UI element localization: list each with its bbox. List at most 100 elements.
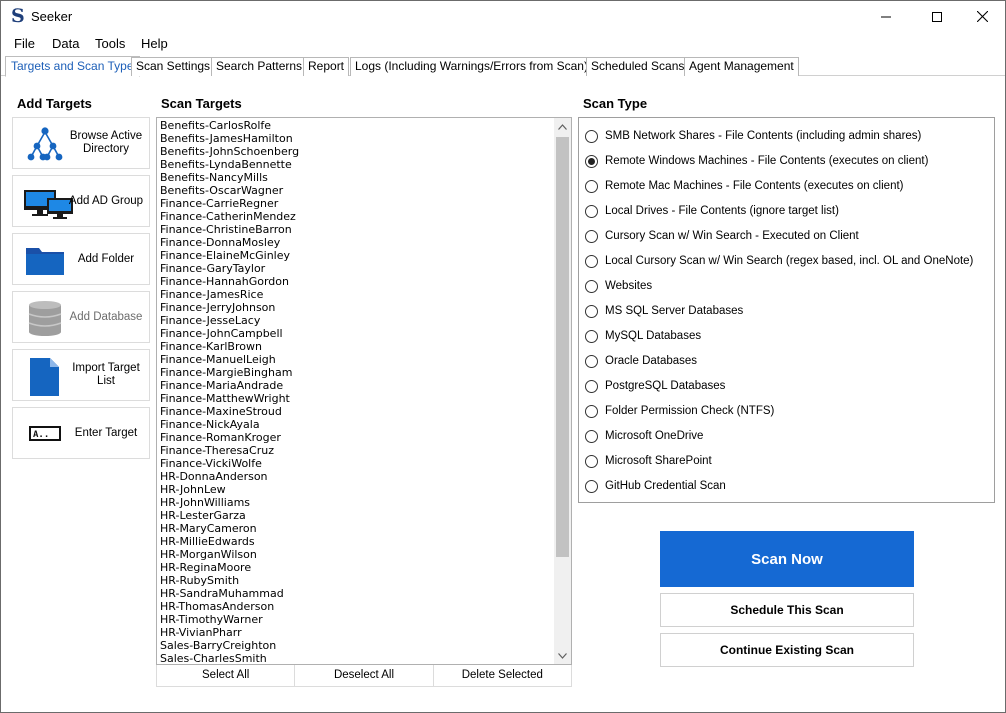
scroll-down-arrow-icon[interactable]: [554, 647, 571, 664]
maximize-icon[interactable]: [914, 1, 960, 32]
radio-button[interactable]: [585, 154, 598, 168]
scan-type-option[interactable]: Remote Windows Machines - File Contents …: [585, 151, 928, 171]
list-item[interactable]: Finance-MatthewWright: [160, 392, 552, 405]
radio-button[interactable]: [585, 254, 598, 268]
scan-type-option[interactable]: Microsoft OneDrive: [585, 426, 703, 446]
add-database-button[interactable]: Add Database: [12, 291, 150, 343]
scan-type-option[interactable]: Websites: [585, 276, 652, 296]
tab-agent-management[interactable]: Agent Management: [684, 57, 799, 76]
list-item[interactable]: Finance-HannahGordon: [160, 275, 552, 288]
list-item[interactable]: Benefits-CarlosRolfe: [160, 119, 552, 132]
continue-existing-scan-button[interactable]: Continue Existing Scan: [660, 633, 914, 667]
delete-selected-button[interactable]: Delete Selected: [433, 665, 571, 686]
list-item[interactable]: Finance-NickAyala: [160, 418, 552, 431]
radio-button[interactable]: [585, 304, 598, 318]
list-item[interactable]: HR-RubySmith: [160, 574, 552, 587]
list-item[interactable]: Finance-ChristineBarron: [160, 223, 552, 236]
list-item[interactable]: Sales-CharlesSmith: [160, 652, 552, 664]
list-item[interactable]: Finance-ManuelLeigh: [160, 353, 552, 366]
list-item[interactable]: Benefits-JohnSchoenberg: [160, 145, 552, 158]
radio-button[interactable]: [585, 179, 598, 193]
list-item[interactable]: Benefits-LyndaBennette: [160, 158, 552, 171]
radio-button[interactable]: [585, 129, 598, 143]
radio-button[interactable]: [585, 229, 598, 243]
scan-type-option[interactable]: GitHub Credential Scan: [585, 476, 726, 496]
radio-button[interactable]: [585, 354, 598, 368]
list-item[interactable]: Finance-CarrieRegner: [160, 197, 552, 210]
list-item[interactable]: Benefits-NancyMills: [160, 171, 552, 184]
menu-data[interactable]: Data: [52, 36, 79, 51]
add-folder-button[interactable]: Add Folder: [12, 233, 150, 285]
deselect-all-button[interactable]: Deselect All: [295, 665, 434, 686]
list-item[interactable]: Benefits-OscarWagner: [160, 184, 552, 197]
list-item[interactable]: HR-SandraMuhammad: [160, 587, 552, 600]
close-icon[interactable]: [959, 1, 1005, 32]
list-item[interactable]: Finance-RomanKroger: [160, 431, 552, 444]
tab-search-patterns[interactable]: Search Patterns: [211, 57, 308, 76]
scrollbar-thumb[interactable]: [556, 137, 569, 557]
menu-help[interactable]: Help: [141, 36, 168, 51]
list-item[interactable]: HR-VivianPharr: [160, 626, 552, 639]
list-item[interactable]: Finance-MargieBingham: [160, 366, 552, 379]
list-item[interactable]: Finance-DonnaMosley: [160, 236, 552, 249]
scan-type-option[interactable]: Folder Permission Check (NTFS): [585, 401, 774, 421]
list-item[interactable]: HR-MorganWilson: [160, 548, 552, 561]
minimize-icon[interactable]: [863, 1, 909, 32]
scan-type-option[interactable]: Cursory Scan w/ Win Search - Executed on…: [585, 226, 859, 246]
radio-button[interactable]: [585, 379, 598, 393]
list-item[interactable]: HR-MaryCameron: [160, 522, 552, 535]
list-item[interactable]: HR-JohnWilliams: [160, 496, 552, 509]
radio-button[interactable]: [585, 454, 598, 468]
scan-type-option[interactable]: Microsoft SharePoint: [585, 451, 712, 471]
enter-target-button[interactable]: A.. Enter Target: [12, 407, 150, 459]
scan-type-option[interactable]: MS SQL Server Databases: [585, 301, 743, 321]
list-item[interactable]: Finance-ElaineMcGinley: [160, 249, 552, 262]
list-item[interactable]: Finance-CatherinMendez: [160, 210, 552, 223]
menu-file[interactable]: File: [14, 36, 35, 51]
list-item[interactable]: HR-JohnLew: [160, 483, 552, 496]
schedule-scan-button[interactable]: Schedule This Scan: [660, 593, 914, 627]
import-target-list-button[interactable]: Import Target List: [12, 349, 150, 401]
list-item[interactable]: HR-ReginaMoore: [160, 561, 552, 574]
tab-scheduled-scans[interactable]: Scheduled Scans: [586, 57, 690, 76]
select-all-button[interactable]: Select All: [157, 665, 296, 686]
scan-type-option[interactable]: Oracle Databases: [585, 351, 697, 371]
tab-report[interactable]: Report: [303, 57, 350, 76]
menu-tools[interactable]: Tools: [95, 36, 125, 51]
list-item[interactable]: Finance-KarlBrown: [160, 340, 552, 353]
list-scrollbar[interactable]: [554, 118, 571, 664]
tab-scan-settings[interactable]: Scan Settings: [131, 57, 216, 76]
list-item[interactable]: Finance-JohnCampbell: [160, 327, 552, 340]
scan-type-option[interactable]: SMB Network Shares - File Contents (incl…: [585, 126, 921, 146]
radio-button[interactable]: [585, 429, 598, 443]
scan-type-option[interactable]: Local Cursory Scan w/ Win Search (regex …: [585, 251, 973, 271]
radio-button[interactable]: [585, 404, 598, 418]
list-item[interactable]: Finance-GaryTaylor: [160, 262, 552, 275]
scan-type-option[interactable]: Remote Mac Machines - File Contents (exe…: [585, 176, 903, 196]
list-item[interactable]: Finance-MariaAndrade: [160, 379, 552, 392]
radio-button[interactable]: [585, 329, 598, 343]
tab-targets-and-scan-type[interactable]: Targets and Scan Type: [5, 56, 140, 77]
list-item[interactable]: HR-MillieEdwards: [160, 535, 552, 548]
list-item[interactable]: Finance-JerryJohnson: [160, 301, 552, 314]
list-item[interactable]: HR-DonnaAnderson: [160, 470, 552, 483]
list-item[interactable]: Finance-TheresaCruz: [160, 444, 552, 457]
scan-now-button[interactable]: Scan Now: [660, 531, 914, 587]
list-item[interactable]: Finance-MaxineStroud: [160, 405, 552, 418]
list-item[interactable]: Finance-VickiWolfe: [160, 457, 552, 470]
scan-targets-list[interactable]: Benefits-CarlosRolfe Benefits-JamesHamilt…: [156, 117, 572, 665]
radio-button[interactable]: [585, 479, 598, 493]
scan-type-option[interactable]: PostgreSQL Databases: [585, 376, 725, 396]
browse-active-directory-button[interactable]: Browse Active Directory: [12, 117, 150, 169]
list-item[interactable]: Benefits-JamesHamilton: [160, 132, 552, 145]
add-ad-group-button[interactable]: Add AD Group: [12, 175, 150, 227]
scan-type-option[interactable]: MySQL Databases: [585, 326, 701, 346]
list-item[interactable]: Sales-BarryCreighton: [160, 639, 552, 652]
list-item[interactable]: HR-LesterGarza: [160, 509, 552, 522]
list-item[interactable]: Finance-JesseLacy: [160, 314, 552, 327]
list-item[interactable]: HR-TimothyWarner: [160, 613, 552, 626]
radio-button[interactable]: [585, 204, 598, 218]
radio-button[interactable]: [585, 279, 598, 293]
scan-type-option[interactable]: Local Drives - File Contents (ignore tar…: [585, 201, 839, 221]
list-item[interactable]: Finance-JamesRice: [160, 288, 552, 301]
